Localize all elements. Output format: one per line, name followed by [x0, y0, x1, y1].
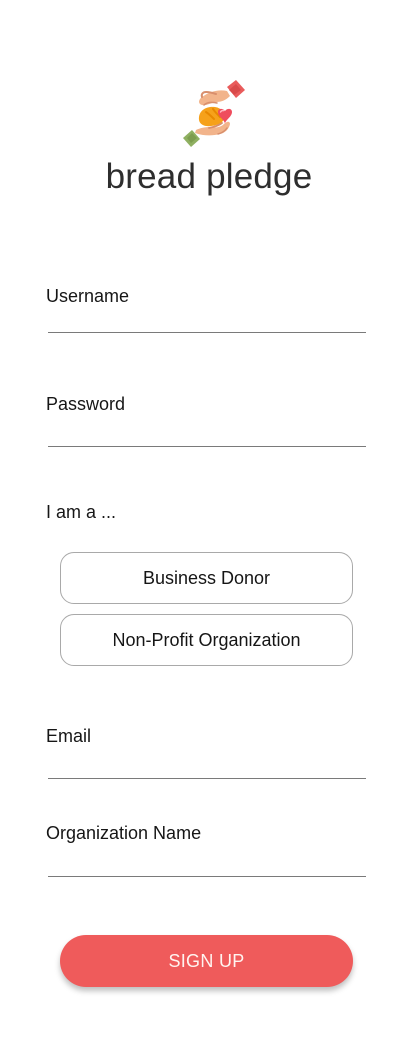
- business-donor-button[interactable]: Business Donor: [60, 552, 353, 604]
- hands-heart-bread-icon: [183, 80, 245, 147]
- password-input[interactable]: [48, 419, 366, 447]
- password-label: Password: [46, 394, 126, 414]
- username-label: Username: [46, 286, 130, 306]
- organization-name-input[interactable]: [48, 849, 366, 877]
- username-input[interactable]: [48, 305, 366, 333]
- role-label: I am a ...: [46, 502, 117, 522]
- email-input[interactable]: [48, 751, 366, 779]
- app-header: bread pledge: [0, 78, 414, 203]
- non-profit-organization-button[interactable]: Non-Profit Organization: [60, 614, 353, 666]
- sign-up-button[interactable]: SIGN UP: [60, 935, 353, 987]
- app-title: bread pledge: [105, 157, 313, 196]
- organization-name-label: Organization Name: [46, 823, 202, 843]
- email-label: Email: [46, 726, 92, 746]
